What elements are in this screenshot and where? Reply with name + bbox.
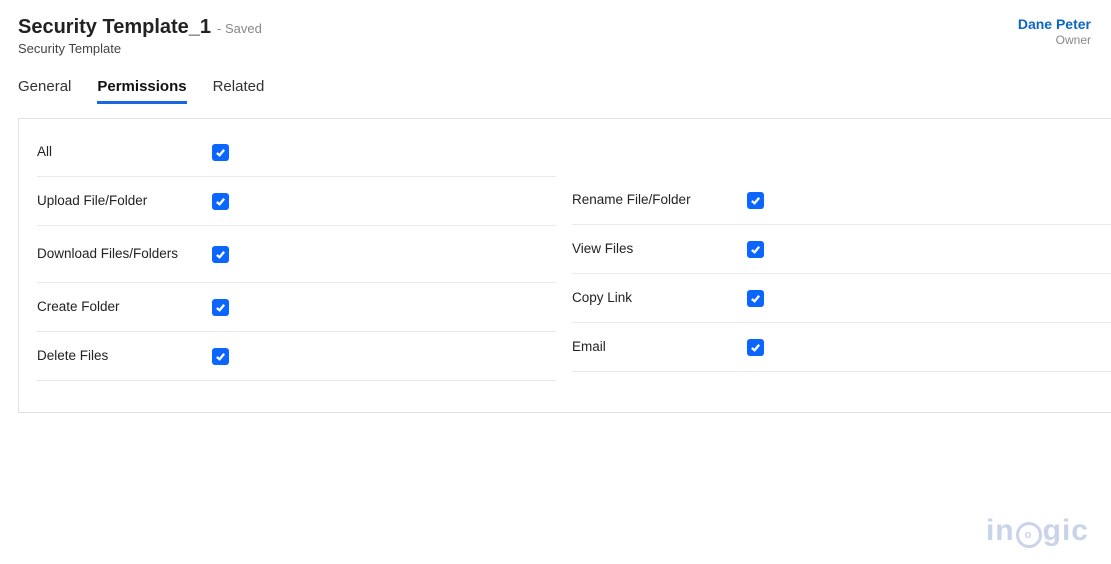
perm-row-email: Email xyxy=(572,323,1111,372)
perm-checkbox-copylink[interactable] xyxy=(748,291,763,306)
watermark-part2: gic xyxy=(1043,514,1089,548)
spacer xyxy=(572,128,1111,176)
perm-row-download: Download Files/Folders xyxy=(37,226,556,283)
perm-label-copylink: Copy Link xyxy=(572,283,748,313)
check-icon xyxy=(215,196,226,207)
permissions-col-left: All Upload File/Folder Download Files/Fo… xyxy=(19,128,556,412)
perm-label-rename: Rename File/Folder xyxy=(572,185,748,215)
perm-label-email: Email xyxy=(572,332,748,362)
title-line: Security Template_1 - Saved xyxy=(18,16,262,39)
tab-general[interactable]: General xyxy=(18,78,71,104)
perm-row-all: All xyxy=(37,128,556,177)
permissions-col-right: Rename File/Folder View Files Copy Link … xyxy=(572,128,1111,412)
perm-label-download: Download Files/Folders xyxy=(37,239,213,269)
perm-row-upload: Upload File/Folder xyxy=(37,177,556,226)
perm-checkbox-view[interactable] xyxy=(748,242,763,257)
header: Security Template_1 - Saved Security Tem… xyxy=(0,0,1111,60)
check-icon xyxy=(750,293,761,304)
check-icon xyxy=(215,249,226,260)
perm-label-delete: Delete Files xyxy=(37,341,213,371)
title-block: Security Template_1 - Saved Security Tem… xyxy=(18,16,262,56)
owner-name[interactable]: Dane Peter xyxy=(1018,16,1091,32)
watermark-part1: in xyxy=(986,514,1015,548)
perm-checkbox-rename[interactable] xyxy=(748,193,763,208)
perm-label-all: All xyxy=(37,137,213,167)
page-subtitle: Security Template xyxy=(18,41,262,56)
check-icon xyxy=(215,351,226,362)
watermark-o-icon: o xyxy=(1016,522,1042,548)
check-icon xyxy=(215,147,226,158)
perm-row-rename: Rename File/Folder xyxy=(572,176,1111,225)
perm-checkbox-upload[interactable] xyxy=(213,194,228,209)
watermark-logo: inogic xyxy=(986,514,1089,548)
perm-row-create: Create Folder xyxy=(37,283,556,332)
perm-checkbox-create[interactable] xyxy=(213,300,228,315)
perm-row-copylink: Copy Link xyxy=(572,274,1111,323)
saved-state: - Saved xyxy=(217,21,262,36)
owner-role: Owner xyxy=(1018,33,1091,47)
perm-label-create: Create Folder xyxy=(37,292,213,322)
perm-checkbox-email[interactable] xyxy=(748,340,763,355)
perm-row-delete: Delete Files xyxy=(37,332,556,381)
perm-checkbox-delete[interactable] xyxy=(213,349,228,364)
check-icon xyxy=(750,342,761,353)
check-icon xyxy=(215,302,226,313)
perm-label-view: View Files xyxy=(572,234,748,264)
perm-row-view: View Files xyxy=(572,225,1111,274)
owner-block[interactable]: Dane Peter Owner xyxy=(1018,16,1093,47)
permissions-panel: All Upload File/Folder Download Files/Fo… xyxy=(18,118,1111,413)
perm-checkbox-all[interactable] xyxy=(213,145,228,160)
check-icon xyxy=(750,244,761,255)
page-title: Security Template_1 xyxy=(18,16,211,39)
tab-permissions[interactable]: Permissions xyxy=(97,78,186,104)
perm-checkbox-download[interactable] xyxy=(213,247,228,262)
perm-label-upload: Upload File/Folder xyxy=(37,186,213,216)
tabs: General Permissions Related xyxy=(0,60,1111,104)
tab-related[interactable]: Related xyxy=(213,78,265,104)
check-icon xyxy=(750,195,761,206)
